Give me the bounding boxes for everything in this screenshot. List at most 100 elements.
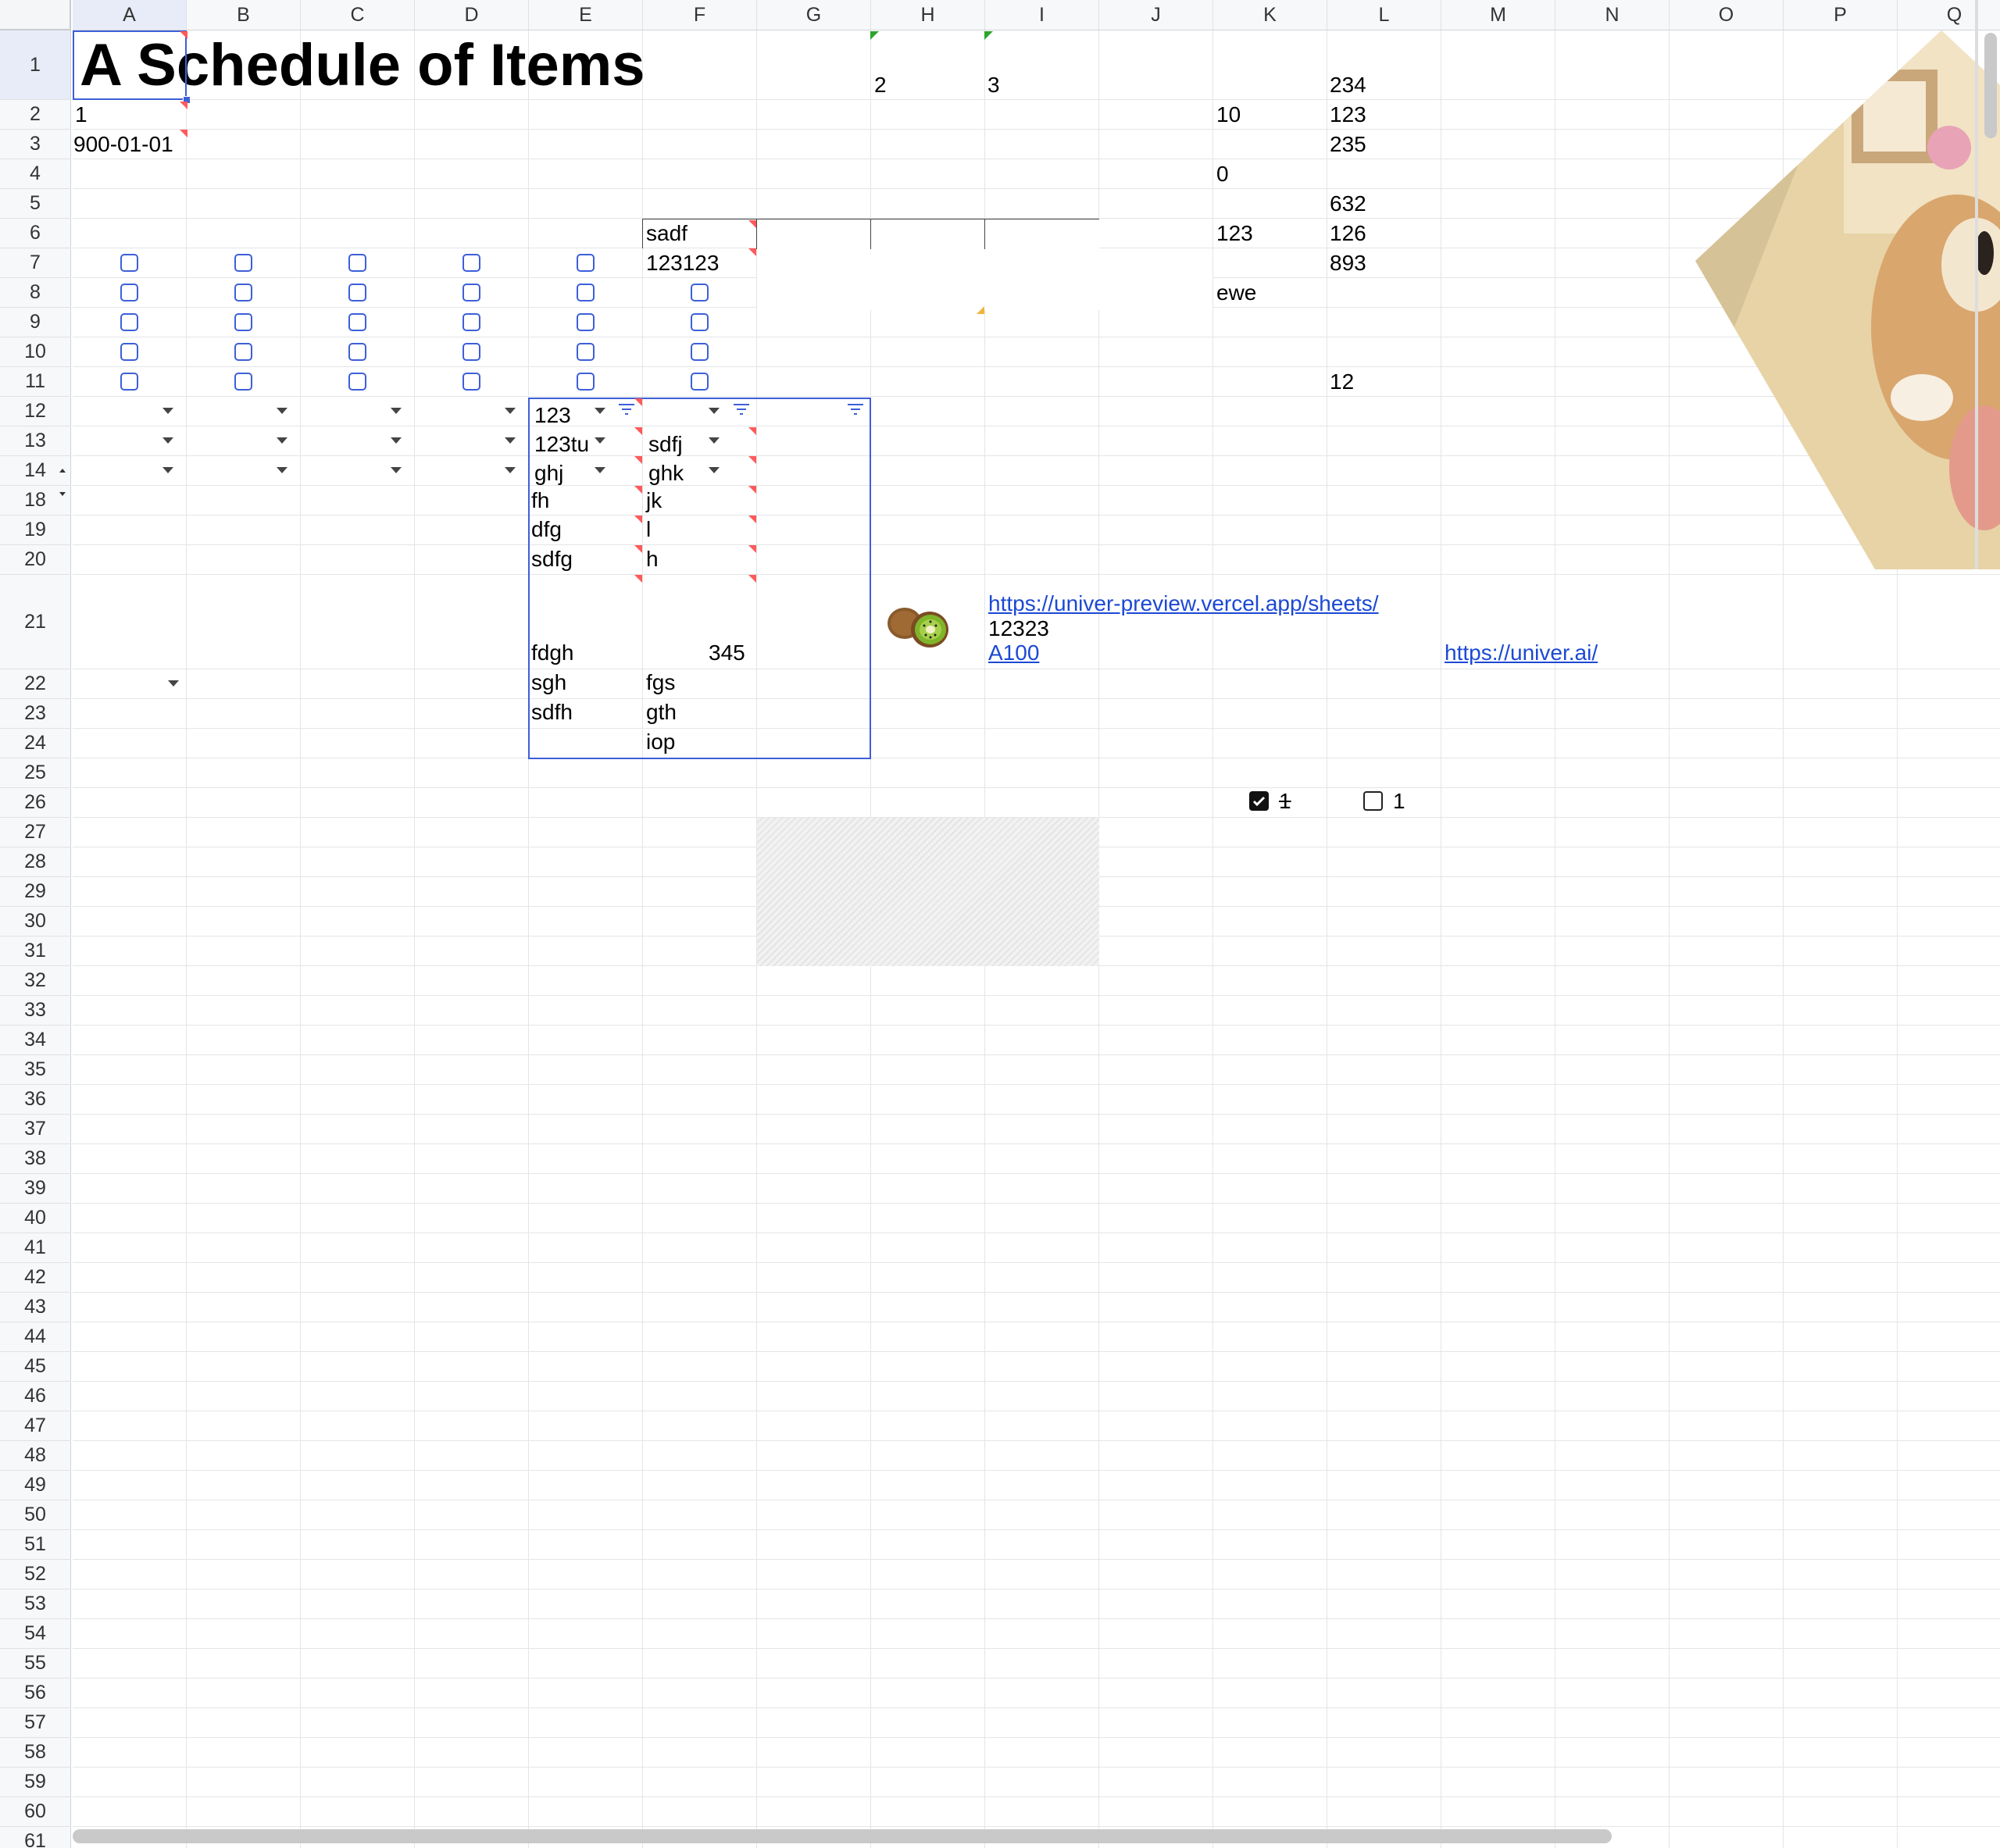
cell-K4[interactable]: 0 <box>1216 161 1229 187</box>
select-all-corner[interactable] <box>0 0 71 30</box>
cell-E14[interactable]: ghj <box>534 460 563 487</box>
hyperlink-a100[interactable]: A100 <box>988 640 1039 666</box>
row-header-39[interactable]: 39 <box>0 1174 71 1204</box>
dropdown-arrow-d13[interactable] <box>505 437 516 444</box>
row-header-46[interactable]: 46 <box>0 1382 71 1411</box>
row-header-52[interactable]: 52 <box>0 1560 71 1589</box>
row-header-24[interactable]: 24 <box>0 729 71 758</box>
row-header-6[interactable]: 6 <box>0 219 71 248</box>
row-header-37[interactable]: 37 <box>0 1115 71 1144</box>
row-header-26[interactable]: 26 <box>0 788 71 818</box>
dropdown-arrow-c14[interactable] <box>391 467 402 473</box>
column-header-d[interactable]: D <box>415 0 529 30</box>
column-header-b[interactable]: B <box>187 0 301 30</box>
horizontal-scrollbar[interactable] <box>73 1829 1612 1843</box>
checkbox-a8[interactable] <box>120 284 138 301</box>
row-header-33[interactable]: 33 <box>0 996 71 1026</box>
checkbox-d9[interactable] <box>462 313 480 331</box>
checkbox-b10[interactable] <box>234 343 252 361</box>
cell-L6[interactable]: 126 <box>1330 220 1366 247</box>
checkbox-a7[interactable] <box>120 254 138 272</box>
checkbox-e11[interactable] <box>577 373 595 391</box>
column-header-p[interactable]: P <box>1784 0 1898 30</box>
cell-E13[interactable]: 123tu <box>534 431 589 458</box>
cell-F23[interactable]: gth <box>646 699 677 726</box>
checkbox-c10[interactable] <box>348 343 366 361</box>
cell-F20[interactable]: h <box>646 546 659 573</box>
row-header-48[interactable]: 48 <box>0 1441 71 1471</box>
cell-A3[interactable]: 900-01-01 <box>73 131 173 158</box>
dropdown-arrow-b14[interactable] <box>277 467 288 473</box>
dropdown-arrow-a14[interactable] <box>162 467 173 473</box>
row-header-51[interactable]: 51 <box>0 1530 71 1560</box>
row-header-30[interactable]: 30 <box>0 907 71 936</box>
cell-E20[interactable]: sdfg <box>531 546 573 573</box>
cell-F24[interactable]: iop <box>646 729 675 755</box>
checkbox-f11[interactable] <box>691 373 709 391</box>
filter-button-g[interactable] <box>846 402 865 422</box>
checkbox-a9[interactable] <box>120 313 138 331</box>
row-header-27[interactable]: 27 <box>0 818 71 847</box>
cell-E21[interactable]: fdgh <box>531 640 574 666</box>
dropdown-arrow-c13[interactable] <box>391 437 402 444</box>
hyperlink-preview[interactable]: https://univer-preview.vercel.app/sheets… <box>988 590 1379 617</box>
row-header-43[interactable]: 43 <box>0 1293 71 1322</box>
row-header-18[interactable]: 18 <box>0 486 71 516</box>
cell-A2[interactable]: 1 <box>75 102 88 128</box>
column-header-j[interactable]: J <box>1099 0 1213 30</box>
checkbox-c11[interactable] <box>348 373 366 391</box>
dropdown-arrow-d14[interactable] <box>505 467 516 473</box>
row-header-35[interactable]: 35 <box>0 1055 71 1085</box>
cell-F6[interactable]: sadf <box>646 220 688 247</box>
cell-L11[interactable]: 12 <box>1330 369 1354 395</box>
row-header-11[interactable]: 11 <box>0 367 71 397</box>
column-header-l[interactable]: L <box>1327 0 1441 30</box>
row-header-22[interactable]: 22 <box>0 669 71 699</box>
row-header-8[interactable]: 8 <box>0 278 71 308</box>
cell-F14[interactable]: ghk <box>648 460 684 487</box>
checkbox-k26[interactable] <box>1249 791 1269 811</box>
checkbox-e8[interactable] <box>577 284 595 301</box>
row-header-54[interactable]: 54 <box>0 1619 71 1649</box>
row-header-53[interactable]: 53 <box>0 1589 71 1619</box>
cell-L7[interactable]: 893 <box>1330 250 1366 276</box>
row-header-7[interactable]: 7 <box>0 248 71 278</box>
cell-L3[interactable]: 235 <box>1330 131 1366 158</box>
vertical-scrollbar[interactable] <box>1984 33 1997 138</box>
dropdown-arrow-a12[interactable] <box>162 408 173 414</box>
row-header-28[interactable]: 28 <box>0 847 71 877</box>
cell-K6[interactable]: 123 <box>1216 220 1253 247</box>
row-header-31[interactable]: 31 <box>0 936 71 966</box>
row-header-3[interactable]: 3 <box>0 130 71 159</box>
row-header-41[interactable]: 41 <box>0 1233 71 1263</box>
column-header-m[interactable]: M <box>1441 0 1555 30</box>
row-header-60[interactable]: 60 <box>0 1797 71 1827</box>
hyperlink-univer[interactable]: https://univer.ai/ <box>1445 640 1598 666</box>
checkbox-e9[interactable] <box>577 313 595 331</box>
row-header-40[interactable]: 40 <box>0 1204 71 1233</box>
checkbox-d10[interactable] <box>462 343 480 361</box>
row-header-61[interactable]: 61 <box>0 1827 71 1848</box>
checkbox-f9[interactable] <box>691 313 709 331</box>
dropdown-arrow-d12[interactable] <box>505 408 516 414</box>
row-header-45[interactable]: 45 <box>0 1352 71 1382</box>
checkbox-a10[interactable] <box>120 343 138 361</box>
filter-button-e[interactable] <box>617 402 636 422</box>
dropdown-arrow-a13[interactable] <box>162 437 173 444</box>
cell-F13[interactable]: sdfj <box>648 431 683 458</box>
column-header-a[interactable]: A <box>73 0 187 30</box>
filter-button-f[interactable] <box>732 402 751 422</box>
checkbox-f8[interactable] <box>691 284 709 301</box>
checkbox-c8[interactable] <box>348 284 366 301</box>
row-header-49[interactable]: 49 <box>0 1471 71 1500</box>
dropdown-arrow-b13[interactable] <box>277 437 288 444</box>
column-header-g[interactable]: G <box>757 0 871 30</box>
row-header-50[interactable]: 50 <box>0 1500 71 1530</box>
checkbox-b7[interactable] <box>234 254 252 272</box>
row-header-34[interactable]: 34 <box>0 1026 71 1055</box>
checkbox-d7[interactable] <box>462 254 480 272</box>
cell-K8[interactable]: ewe <box>1216 280 1256 306</box>
row-header-5[interactable]: 5 <box>0 189 71 219</box>
row-header-36[interactable]: 36 <box>0 1085 71 1115</box>
column-header-i[interactable]: I <box>985 0 1099 30</box>
